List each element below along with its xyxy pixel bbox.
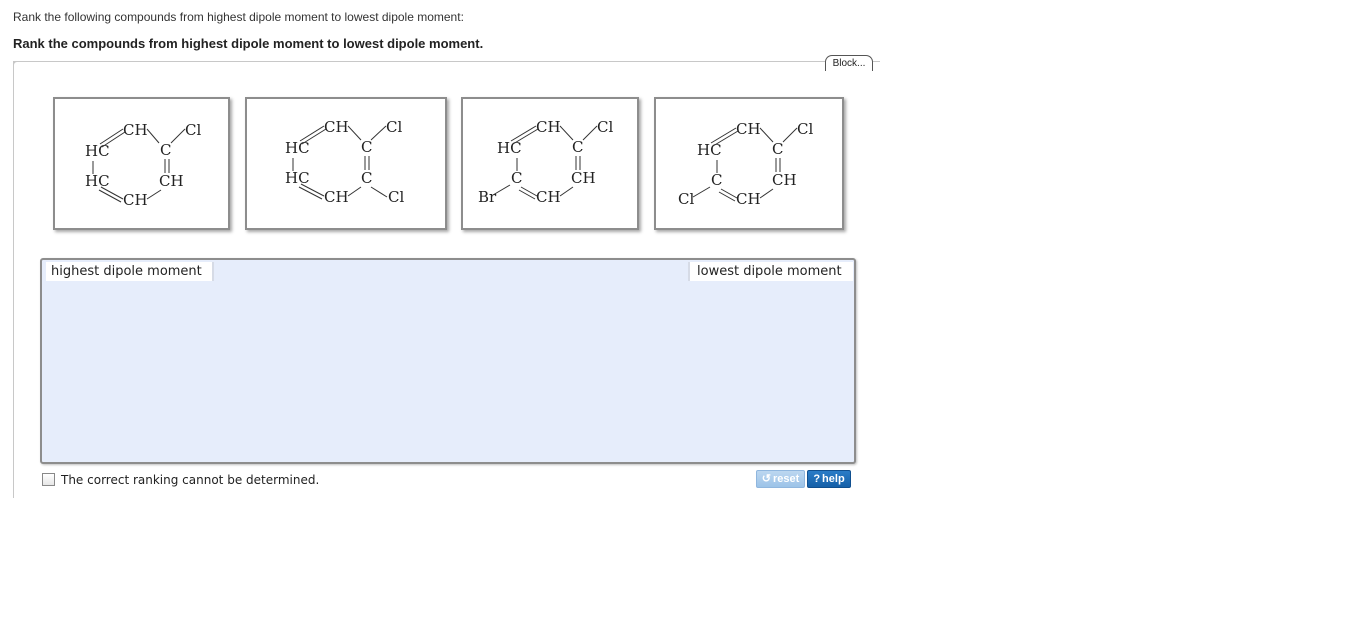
- help-icon: ?: [813, 473, 821, 485]
- bond: [146, 189, 162, 200]
- structure-4: CH Cl HC C C CH Cl CH: [678, 120, 813, 208]
- compound-tile-2[interactable]: CH Cl HC C HC C CH Cl: [245, 97, 447, 230]
- bond: [518, 189, 536, 200]
- atom-label: Br: [478, 188, 497, 206]
- bond: [559, 186, 574, 197]
- help-label: help: [822, 473, 845, 485]
- reset-button[interactable]: ↺ reset: [756, 470, 805, 488]
- atom-label: CH: [536, 118, 561, 136]
- bond: [299, 125, 325, 142]
- bond: [720, 188, 738, 199]
- atom-label: Cl: [388, 188, 404, 206]
- atom-label: CH: [123, 121, 148, 139]
- highest-dipole-label: highest dipole moment: [46, 262, 214, 281]
- bond: [370, 186, 388, 198]
- atom-label: CH: [536, 188, 561, 206]
- lowest-dipole-label: lowest dipole moment: [688, 262, 853, 281]
- bond: [510, 125, 537, 142]
- question-instruction: Rank the compounds from highest dipole m…: [13, 36, 484, 51]
- atom-label: CH: [324, 118, 349, 136]
- bond: [712, 130, 739, 147]
- bond: [146, 128, 160, 144]
- bond: [710, 127, 737, 144]
- atom-label: CH: [736, 190, 761, 208]
- panel-border-top: [13, 61, 880, 62]
- compound-tile-1[interactable]: CH Cl HC C HC CH CH: [53, 97, 230, 230]
- atom-label: CH: [159, 172, 184, 190]
- help-button[interactable]: ? help: [807, 470, 851, 488]
- structure-2: CH Cl HC C HC C CH Cl: [285, 118, 404, 206]
- atom-label: HC: [285, 169, 310, 187]
- atom-label: HC: [697, 141, 722, 159]
- atom-label: HC: [85, 172, 110, 190]
- bond: [99, 128, 124, 145]
- bond: [782, 127, 798, 143]
- bond: [170, 128, 186, 144]
- bond: [759, 188, 774, 199]
- block-button[interactable]: Block...: [825, 55, 873, 71]
- compound-tile-3[interactable]: CH Cl HC C C CH Br CH: [461, 97, 639, 230]
- atom-label: CH: [736, 120, 761, 138]
- atom-label: C: [572, 138, 583, 156]
- atom-label: Cl: [386, 118, 402, 136]
- cannot-determine-checkbox[interactable]: [42, 473, 55, 486]
- question-intro: Rank the following compounds from highes…: [13, 10, 464, 24]
- atom-label: C: [361, 169, 372, 187]
- bond: [301, 128, 327, 145]
- atom-label: HC: [497, 139, 522, 157]
- bond: [718, 191, 736, 202]
- reset-icon: ↺: [761, 473, 771, 485]
- atom-label: Cl: [678, 190, 694, 208]
- bond: [101, 131, 126, 148]
- bond: [692, 186, 711, 198]
- bond: [520, 186, 538, 197]
- bond: [370, 125, 387, 141]
- atom-label: C: [511, 169, 522, 187]
- atom-label: CH: [772, 171, 797, 189]
- bond: [512, 128, 539, 145]
- bond: [347, 125, 362, 141]
- atom-label: C: [772, 140, 783, 158]
- bond: [582, 125, 598, 141]
- atom-label: C: [160, 141, 171, 159]
- atom-label: CH: [123, 191, 148, 209]
- structure-1: CH Cl HC C HC CH CH: [85, 121, 201, 209]
- atom-label: C: [361, 138, 372, 156]
- bond: [759, 127, 774, 143]
- ranking-dropzone[interactable]: [40, 258, 856, 464]
- cannot-determine-label[interactable]: The correct ranking cannot be determined…: [61, 472, 319, 488]
- bond: [559, 125, 574, 141]
- bond: [347, 186, 362, 197]
- structure-3: CH Cl HC C C CH Br CH: [478, 118, 613, 206]
- panel-border-left: [13, 61, 14, 498]
- atom-label: Cl: [797, 120, 813, 138]
- atom-label: Cl: [597, 118, 613, 136]
- compound-tile-4[interactable]: CH Cl HC C C CH Cl CH: [654, 97, 844, 230]
- atom-label: Cl: [185, 121, 201, 139]
- panel-corner: [13, 61, 24, 72]
- atom-label: CH: [571, 169, 596, 187]
- atom-label: CH: [324, 188, 349, 206]
- reset-label: reset: [772, 473, 800, 485]
- atom-label: C: [711, 171, 722, 189]
